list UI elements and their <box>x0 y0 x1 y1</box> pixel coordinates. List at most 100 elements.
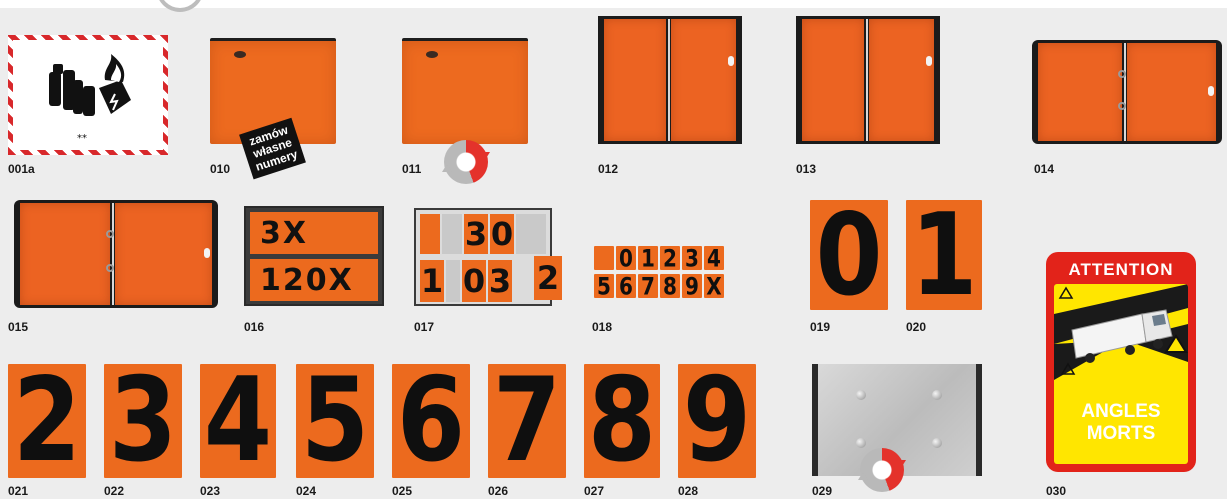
bottom-digit-slot: 0 <box>462 260 486 302</box>
item-code-017: 017 <box>414 320 435 334</box>
hinge <box>866 19 868 141</box>
digit-tile-value: 4 <box>707 246 721 270</box>
digit-plate-027[interactable]: 8 <box>584 364 660 478</box>
item-code-021: 021 <box>8 484 29 498</box>
plate-right-half <box>869 19 934 141</box>
bottom-digit: 3 <box>488 262 512 300</box>
item-code-013: 013 <box>796 162 817 176</box>
digit-tile: X <box>704 274 724 298</box>
item-code-019: 019 <box>810 320 831 334</box>
digit-value: 3 <box>108 364 178 478</box>
item-code-001a: 001a <box>8 162 35 176</box>
top-digit-slot: 0 <box>490 214 514 254</box>
item-code-025: 025 <box>392 484 413 498</box>
top-digit: 3 <box>464 215 488 253</box>
battery-hazard-label[interactable]: ⁎⁎ <box>8 35 168 155</box>
digit-plate-024[interactable]: 5 <box>296 364 374 478</box>
extra-digit-tile[interactable]: 2 <box>534 256 562 300</box>
item-code-022: 022 <box>104 484 125 498</box>
folding-plate-014[interactable] <box>1032 40 1222 144</box>
blank-tile <box>594 246 614 270</box>
latch-icon <box>728 56 734 66</box>
item-code-028: 028 <box>678 484 699 498</box>
digit-plate-020[interactable]: 1 <box>906 200 982 310</box>
ring-icon <box>1118 70 1126 78</box>
bottom-digit: 2 <box>536 259 560 297</box>
item-code-015: 015 <box>8 320 29 334</box>
item-code-030: 030 <box>1046 484 1067 498</box>
digit-value: 2 <box>12 364 82 478</box>
sticker-title: ATTENTION <box>1068 260 1174 279</box>
bottom-number: 120X <box>260 262 354 298</box>
digit-tile-value: 2 <box>663 246 677 270</box>
orange-plate-011[interactable] <box>402 38 528 144</box>
plate-right-half <box>115 203 212 305</box>
blind-spot-sticker-030[interactable]: ATTENTION ANGLES MORTS <box>1046 252 1196 472</box>
plate-left-half <box>604 19 666 141</box>
lithium-battery-hazard-icon <box>49 54 131 116</box>
item-code-018: 018 <box>592 320 613 334</box>
digit-tile: 4 <box>704 246 724 270</box>
rivet-icon <box>856 438 866 448</box>
hinge <box>112 203 114 305</box>
top-digit-slot <box>516 214 546 254</box>
hinge <box>668 19 670 141</box>
bottom-digit-slot: 1 <box>420 260 444 302</box>
digit-set-018[interactable]: 0 1 2 3 4 5 6 7 8 9 X <box>592 244 752 304</box>
digit-tile-value: 7 <box>641 274 655 298</box>
ring-icon <box>106 230 114 238</box>
latch-icon <box>204 248 210 258</box>
folding-plate-012[interactable] <box>598 16 742 144</box>
digit-tile-value: 9 <box>685 274 699 298</box>
truck-blind-spot-icon <box>1054 284 1188 380</box>
item-code-010: 010 <box>210 162 231 176</box>
latch-icon <box>1208 86 1214 96</box>
frame-bottom-row: 120X <box>250 259 378 301</box>
digit-tile: 5 <box>594 274 614 298</box>
rivet-icon <box>932 390 942 400</box>
brand-logo-icon <box>426 51 438 58</box>
sticker-line-2: MORTS <box>1086 423 1156 444</box>
item-code-029: 029 <box>812 484 833 498</box>
digit-plate-019[interactable]: 0 <box>810 200 888 310</box>
rivet-icon <box>932 438 942 448</box>
bottom-digit: 0 <box>462 262 486 300</box>
plate-left-half <box>20 203 110 305</box>
digit-tile: 3 <box>682 246 702 270</box>
top-digit: 0 <box>490 215 514 253</box>
folding-plate-015[interactable] <box>14 200 218 308</box>
digit-plate-025[interactable]: 6 <box>392 364 470 478</box>
digit-tile: 1 <box>638 246 658 270</box>
digit-value: 9 <box>682 364 752 478</box>
bottom-digit-slot <box>446 260 460 302</box>
folding-plate-013[interactable] <box>796 16 940 144</box>
digit-tile-value: 1 <box>641 246 655 270</box>
item-code-023: 023 <box>200 484 221 498</box>
digit-plate-026[interactable]: 7 <box>488 364 566 478</box>
digit-tile: 7 <box>638 274 658 298</box>
item-code-027: 027 <box>584 484 605 498</box>
item-code-014: 014 <box>1034 162 1055 176</box>
digit-plate-021[interactable]: 2 <box>8 364 86 478</box>
digit-plate-023[interactable]: 4 <box>200 364 276 478</box>
digit-tile: 9 <box>682 274 702 298</box>
digit-plate-022[interactable]: 3 <box>104 364 182 478</box>
digit-tile-value: 6 <box>619 274 633 298</box>
top-digit-slot <box>442 214 462 254</box>
digit-tile-value: 8 <box>663 274 677 298</box>
top-digit-slot: 3 <box>464 214 488 254</box>
digit-value: 8 <box>587 364 657 478</box>
digit-plate-028[interactable]: 9 <box>678 364 756 478</box>
number-frame-017[interactable]: 3 0 1 0 3 <box>414 208 552 306</box>
digit-value: 0 <box>815 200 883 310</box>
item-code-011: 011 <box>402 162 422 176</box>
digit-tile-value: 5 <box>597 274 611 298</box>
number-frame-016[interactable]: 3X 120X <box>244 206 384 306</box>
brand-logo-icon <box>234 51 246 58</box>
plate-left-half <box>802 19 864 141</box>
ring-icon <box>106 264 114 272</box>
bottom-digit: 1 <box>420 262 444 300</box>
digit-tile-value: X <box>706 274 722 298</box>
top-digit-slot <box>420 214 440 254</box>
plate-right-half <box>1127 43 1216 141</box>
